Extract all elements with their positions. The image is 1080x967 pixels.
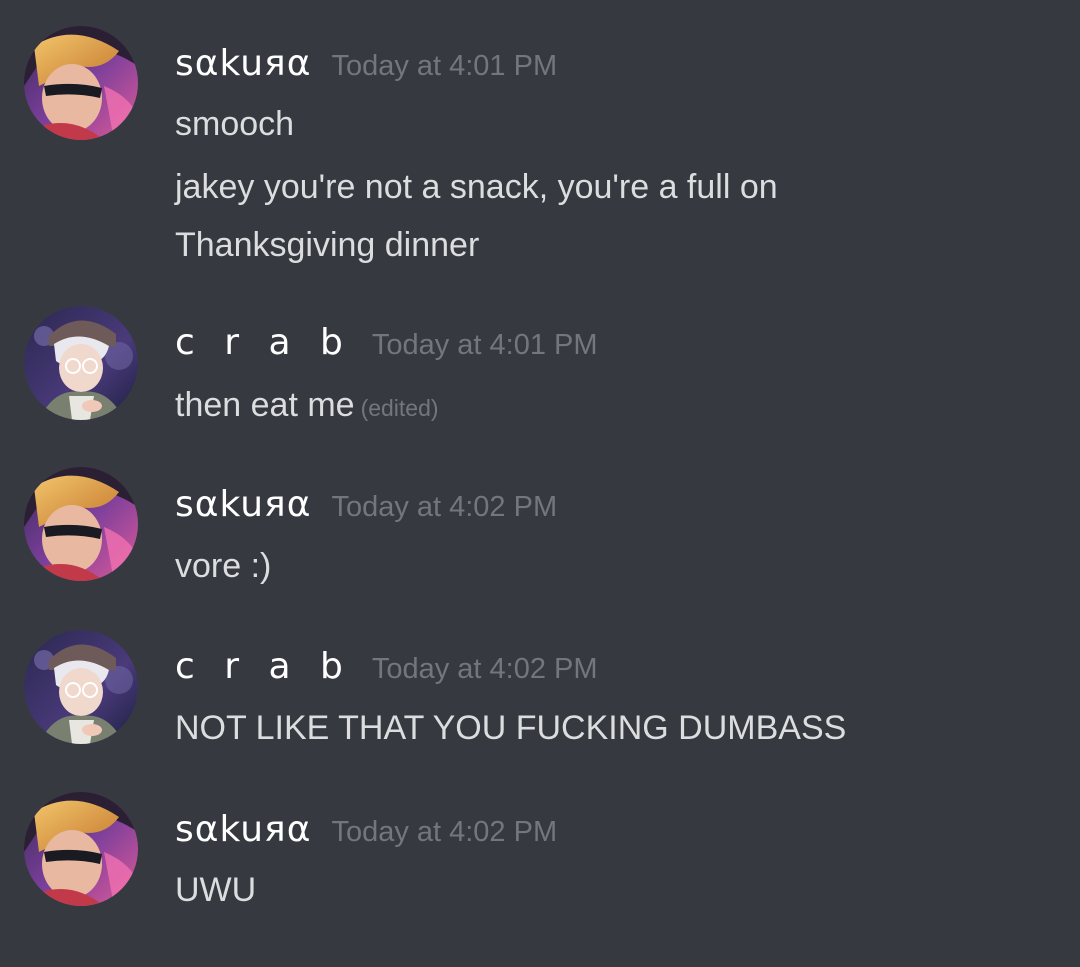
avatar[interactable] <box>24 26 138 140</box>
timestamp[interactable]: Today at 4:01 PM <box>331 50 557 83</box>
avatar[interactable] <box>24 792 138 906</box>
timestamp[interactable]: Today at 4:02 PM <box>372 653 598 686</box>
crab-avatar-image <box>24 306 138 420</box>
message-text: NOT LIKE THAT YOU FUCKING DUMBASS <box>175 709 847 747</box>
username[interactable]: sαkuяα <box>175 810 311 850</box>
timestamp[interactable]: Today at 4:02 PM <box>331 491 557 524</box>
message-text: then eat me (edited) <box>175 385 439 428</box>
timestamp[interactable]: Today at 4:01 PM <box>372 329 598 362</box>
sakura-avatar-image <box>24 792 138 906</box>
message-text: vore :) <box>175 547 272 585</box>
avatar[interactable] <box>24 467 138 581</box>
message-text: Thanksgiving dinner <box>175 226 480 264</box>
message-header: c r a b Today at 4:01 PM <box>175 323 598 363</box>
username[interactable]: sαkuяα <box>175 485 311 525</box>
crab-avatar-image <box>24 630 138 744</box>
sakura-avatar-image <box>24 467 138 581</box>
message-header: sαkuяα Today at 4:02 PM <box>175 485 557 525</box>
message-body: then eat me <box>175 386 355 424</box>
sakura-avatar-image <box>24 26 138 140</box>
chat-messages: sαkuяα Today at 4:01 PM smooch jakey you… <box>0 0 1080 967</box>
message-header: sαkuяα Today at 4:01 PM <box>175 44 557 84</box>
username[interactable]: sαkuяα <box>175 44 311 84</box>
edited-label: (edited) <box>360 395 439 421</box>
message-text: UWU <box>175 871 257 909</box>
message-header: sαkuяα Today at 4:02 PM <box>175 810 557 850</box>
avatar[interactable] <box>24 306 138 420</box>
message-header: c r a b Today at 4:02 PM <box>175 647 598 687</box>
timestamp[interactable]: Today at 4:02 PM <box>331 816 557 849</box>
username[interactable]: c r a b <box>175 647 352 687</box>
username[interactable]: c r a b <box>175 323 352 363</box>
message-text: jakey you're not a snack, you're a full … <box>175 168 778 206</box>
avatar[interactable] <box>24 630 138 744</box>
message-text: smooch <box>175 105 295 143</box>
